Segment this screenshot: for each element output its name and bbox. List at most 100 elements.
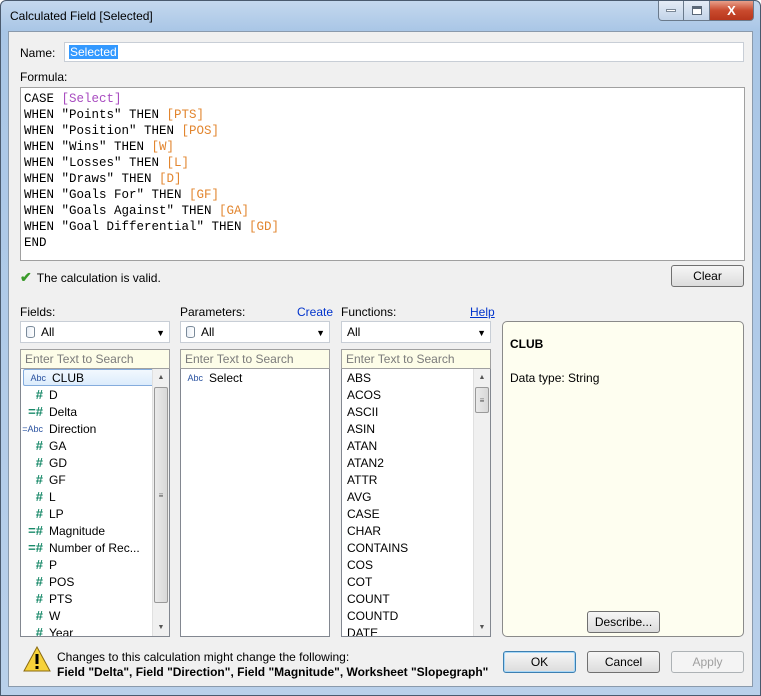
- list-item[interactable]: ATAN: [342, 437, 490, 454]
- number-type-icon: #: [35, 489, 43, 504]
- number-type-icon: #: [35, 455, 43, 470]
- list-item-label: CASE: [347, 506, 380, 521]
- list-item[interactable]: ACOS: [342, 386, 490, 403]
- scroll-down-icon[interactable]: ▼: [474, 619, 490, 636]
- parameters-label: Parameters:: [180, 305, 246, 319]
- list-item[interactable]: # GF: [21, 471, 169, 488]
- scroll-thumb[interactable]: ≡: [154, 387, 168, 603]
- list-item[interactable]: # PTS: [21, 590, 169, 607]
- scroll-down-icon[interactable]: ▼: [153, 619, 169, 636]
- number-type-icon: #: [35, 574, 43, 589]
- list-item-label: CLUB: [52, 370, 85, 385]
- functions-scrollbar[interactable]: ▲ ≡ ▼: [473, 369, 490, 636]
- number-type-icon: #: [35, 506, 43, 521]
- list-item[interactable]: ATAN2: [342, 454, 490, 471]
- parameters-select[interactable]: All ▼: [180, 321, 330, 343]
- list-item[interactable]: ABS: [342, 369, 490, 386]
- list-item[interactable]: CONTAINS: [342, 539, 490, 556]
- list-item-label: LP: [49, 506, 64, 521]
- string-type-icon: =Abc: [22, 423, 43, 434]
- create-parameter-link[interactable]: Create: [297, 305, 333, 319]
- number-type-icon: #: [35, 625, 43, 637]
- list-item[interactable]: COT: [342, 573, 490, 590]
- list-item[interactable]: # L: [21, 488, 169, 505]
- fields-datasource-select[interactable]: All ▼: [20, 321, 170, 343]
- warning-message: Changes to this calculation might change…: [57, 650, 488, 680]
- field-reference: [GF]: [189, 188, 220, 202]
- apply-button[interactable]: Apply: [671, 651, 744, 673]
- parameters-search-input[interactable]: Enter Text to Search: [180, 349, 330, 369]
- list-item-label: Magnitude: [49, 523, 106, 538]
- minimize-button[interactable]: [658, 1, 684, 21]
- number-type-icon: #: [35, 438, 43, 453]
- list-item[interactable]: Abc Select: [181, 369, 329, 386]
- list-item-label: Number of Rec...: [49, 540, 140, 555]
- maximize-button[interactable]: [684, 1, 710, 21]
- list-item[interactable]: # LP: [21, 505, 169, 522]
- list-item-label: ACOS: [347, 387, 382, 402]
- list-item[interactable]: DATE: [342, 624, 490, 637]
- name-input[interactable]: Selected: [64, 42, 744, 62]
- list-item[interactable]: # GA: [21, 437, 169, 454]
- formula-line: END: [24, 235, 741, 251]
- field-reference: [GA]: [219, 204, 250, 218]
- formula-editor[interactable]: CASE [Select] WHEN "Points" THEN [PTS] WHE…: [20, 87, 745, 261]
- scroll-thumb[interactable]: ≡: [475, 387, 489, 413]
- formula-keyword: WHEN "Goal Differential" THEN: [24, 220, 250, 234]
- list-item[interactable]: # GD: [21, 454, 169, 471]
- info-title: CLUB: [510, 337, 544, 351]
- title-bar[interactable]: Calculated Field [Selected] X: [1, 1, 760, 31]
- minimize-icon: [666, 9, 676, 12]
- list-item[interactable]: =Abc Direction: [21, 420, 169, 437]
- number-type-icon: =#: [28, 523, 43, 538]
- fields-search-input[interactable]: Enter Text to Search: [20, 349, 170, 369]
- functions-search-input[interactable]: Enter Text to Search: [341, 349, 491, 369]
- list-item[interactable]: # D: [21, 386, 169, 403]
- list-item[interactable]: COUNT: [342, 590, 490, 607]
- list-item-label: COT: [347, 574, 373, 589]
- scroll-up-icon[interactable]: ▲: [474, 369, 490, 386]
- functions-list: ABS ACOS ASCII ASIN ATAN ATAN2 ATTR AVG CASE CHAR…: [341, 369, 491, 637]
- formula-keyword: WHEN "Losses" THEN: [24, 156, 167, 170]
- list-item[interactable]: COS: [342, 556, 490, 573]
- list-item[interactable]: CASE: [342, 505, 490, 522]
- list-item-label: ABS: [347, 370, 372, 385]
- ok-button[interactable]: OK: [503, 651, 576, 673]
- list-item[interactable]: =# Magnitude: [21, 522, 169, 539]
- list-item[interactable]: Abc CLUB: [23, 369, 167, 386]
- list-item[interactable]: ATTR: [342, 471, 490, 488]
- functions-category-select[interactable]: All ▼: [341, 321, 491, 343]
- number-type-icon: #: [35, 387, 43, 402]
- list-item[interactable]: ASIN: [342, 420, 490, 437]
- describe-button[interactable]: Describe...: [587, 611, 660, 633]
- list-item[interactable]: CHAR: [342, 522, 490, 539]
- list-item-label: AVG: [347, 489, 372, 504]
- close-button[interactable]: X: [710, 1, 754, 21]
- list-item-label: Delta: [49, 404, 78, 419]
- formula-line: WHEN "Goals For" THEN [GF]: [24, 187, 741, 203]
- list-item[interactable]: COUNTD: [342, 607, 490, 624]
- scroll-up-icon[interactable]: ▲: [153, 369, 169, 386]
- list-item[interactable]: ASCII: [342, 403, 490, 420]
- clear-button[interactable]: Clear: [671, 265, 744, 287]
- list-item[interactable]: # P: [21, 556, 169, 573]
- list-item[interactable]: =# Number of Rec...: [21, 539, 169, 556]
- list-item-label: COS: [347, 557, 374, 572]
- fields-scrollbar[interactable]: ▲ ≡ ▼: [152, 369, 169, 636]
- formula-label: Formula:: [20, 70, 68, 84]
- list-item[interactable]: # Year: [21, 624, 169, 637]
- list-item-label: ATAN: [347, 438, 378, 453]
- formula-line: WHEN "Goals Against" THEN [GA]: [24, 203, 741, 219]
- database-icon: [186, 326, 195, 338]
- list-item[interactable]: # W: [21, 607, 169, 624]
- help-link[interactable]: Help: [470, 305, 495, 319]
- list-item-label: Direction: [49, 421, 97, 436]
- list-item[interactable]: =# Delta: [21, 403, 169, 420]
- name-value: Selected: [69, 45, 118, 59]
- list-item-label: PTS: [49, 591, 73, 606]
- list-item[interactable]: # POS: [21, 573, 169, 590]
- formula-keyword: WHEN "Points" THEN: [24, 108, 167, 122]
- parameters-list: Abc Select: [180, 369, 330, 637]
- cancel-button[interactable]: Cancel: [587, 651, 660, 673]
- list-item[interactable]: AVG: [342, 488, 490, 505]
